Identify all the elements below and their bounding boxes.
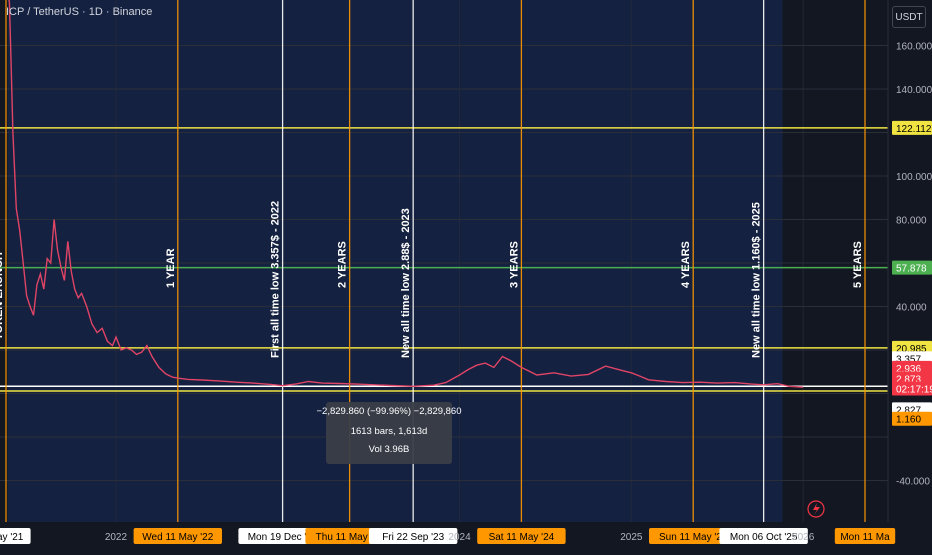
event-label: First all time low 3.357$ - 2022 [270, 201, 282, 358]
x-tick-label: Mon 11 Ma [840, 532, 890, 543]
x-tick-label: Wed 11 May '22 [142, 532, 213, 543]
x-tick-label: Sat 11 May '24 [489, 532, 555, 543]
event-label: 1 YEAR [165, 248, 177, 288]
chart-title: ICP / TetherUS · 1D · Binance [6, 6, 153, 18]
tooltip-line2: 1613 bars, 1,613d [351, 426, 428, 437]
x-tick-label: Fri 22 Sep '23 [382, 532, 444, 543]
x-tick-label: Sun 11 May '25 [659, 532, 728, 543]
price-chart[interactable]: TOKEN LAUNCH 1 YEAR First all time low 3.3… [0, 0, 932, 550]
y-tick-label: 140.000 [896, 85, 932, 96]
x-tick-label: 2025 [620, 532, 643, 543]
tooltip-line3: Vol 3.96B [369, 444, 410, 455]
x-tick-label: Mon 06 Oct '25 [730, 532, 798, 543]
x-tick-label: 2026 [792, 532, 815, 543]
x-tick-label: 2024 [448, 532, 471, 543]
y-axis-panel [888, 0, 932, 550]
x-tick-label: 2022 [105, 532, 128, 543]
y-tick-label: 160.000 [896, 42, 932, 53]
y-tick-label: 100.000 [896, 172, 932, 183]
price-tag-label: 57.878 [896, 264, 927, 275]
y-tick-label: 80.000 [896, 216, 927, 227]
price-tag-label: 1.160 [896, 415, 921, 426]
event-label: 2 YEARS [337, 241, 349, 288]
event-label: 4 YEARS [680, 241, 692, 288]
event-label: New all time low 1.160$ - 2025 [751, 202, 763, 358]
event-label: 3 YEARS [508, 241, 520, 288]
price-tag-label: 02:17:19 [896, 384, 932, 395]
y-tick-label: 40.000 [896, 303, 927, 314]
x-tick-label: May '21 [0, 532, 24, 543]
chart-stage: TOKEN LAUNCH 1 YEAR First all time low 3.3… [0, 0, 932, 550]
event-label: TOKEN LAUNCH [0, 252, 5, 340]
currency-button[interactable]: USDT [892, 6, 926, 28]
event-label: 5 YEARS [852, 241, 864, 288]
event-label: New all time low 2.88$ - 2023 [400, 208, 412, 358]
y-tick-label: -40.000 [896, 477, 930, 488]
price-tag-label: 122.112 [896, 124, 932, 135]
tooltip-line1: −2,829.860 (−99.96%) −2,829,860 [317, 406, 462, 417]
